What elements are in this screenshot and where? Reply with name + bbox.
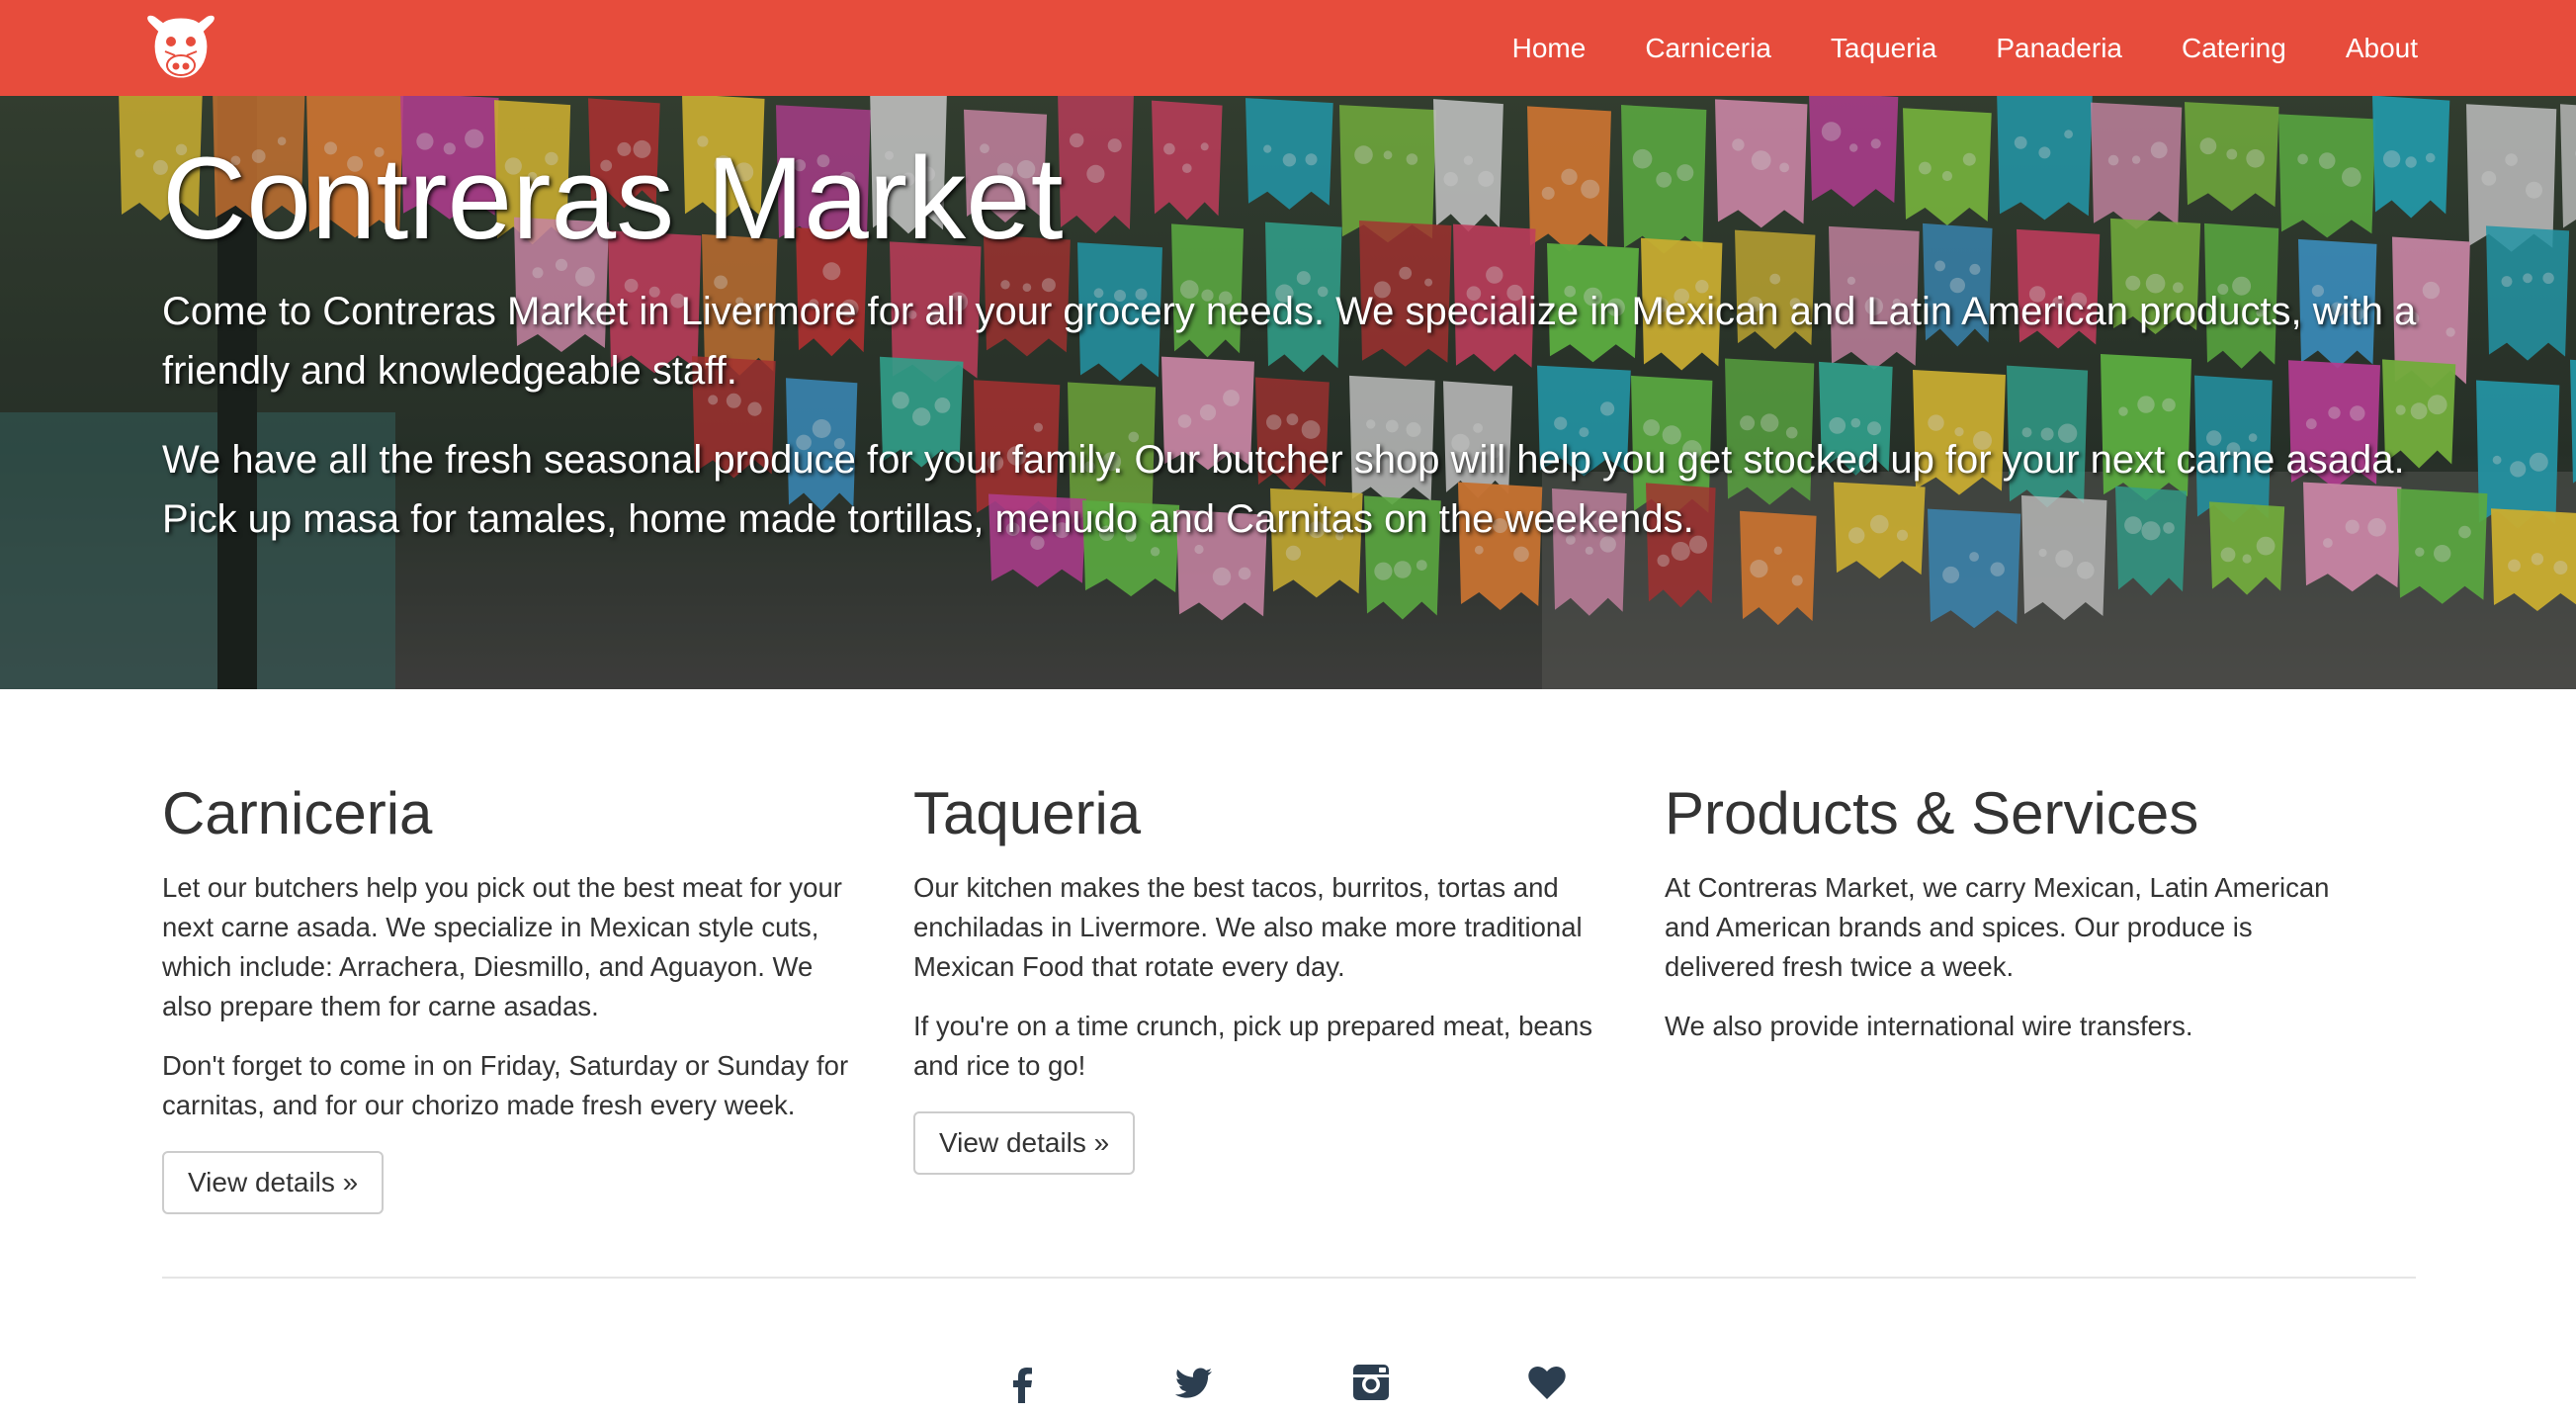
carniceria-view-details-button[interactable]: View details »	[162, 1151, 385, 1214]
taqueria-section: Taqueria Our kitchen makes the best taco…	[913, 781, 1665, 1214]
products-services-text: At Contreras Market, we carry Mexican, L…	[1665, 872, 2330, 982]
carniceria-section: Carniceria Let our butchers help you pic…	[162, 781, 913, 1214]
facebook-icon[interactable]	[1001, 1360, 1047, 1405]
carniceria-text: Let our butchers help you pick out the b…	[162, 872, 842, 1021]
taqueria-text: Our kitchen makes the best tacos, burrit…	[913, 872, 1583, 982]
hero-content: Contreras Market Come to Contreras Marke…	[162, 133, 2436, 578]
nav-item-carniceria[interactable]: Carniceria	[1645, 33, 1771, 64]
hero-produce-text: We have all the fresh seasonal produce f…	[162, 437, 2405, 541]
wire-transfers-text: We also provide international wire trans…	[1665, 1011, 2193, 1041]
products-services-section: Products & Services At Contreras Market,…	[1665, 781, 2416, 1214]
footer-divider	[162, 1277, 2416, 1279]
taqueria-view-details-button[interactable]: View details »	[913, 1111, 1136, 1175]
bull-head-logo-icon[interactable]	[141, 10, 220, 85]
nav-links: Home Carniceria Taqueria Panaderia Cater…	[1453, 0, 2418, 96]
carniceria-weekend-text: Don't forget to come in on Friday, Satur…	[162, 1050, 849, 1120]
nav-item-catering[interactable]: Catering	[2182, 33, 2286, 64]
nav-item-home[interactable]: Home	[1512, 33, 1587, 64]
taqueria-to-go-text: If you're on a time crunch, pick up prep…	[913, 1011, 1593, 1081]
nav-item-about[interactable]: About	[2346, 33, 2418, 64]
taqueria-heading: Taqueria	[913, 780, 1142, 846]
hero-intro-text: Come to Contreras Market in Livermore fo…	[162, 289, 2417, 393]
products-services-heading: Products & Services	[1665, 780, 2199, 846]
nav-item-taqueria[interactable]: Taqueria	[1831, 33, 1936, 64]
carniceria-heading: Carniceria	[162, 780, 433, 846]
feature-columns: Carniceria Let our butchers help you pic…	[162, 781, 2416, 1214]
heart-icon[interactable]	[1524, 1360, 1570, 1405]
twitter-icon[interactable]	[1170, 1360, 1216, 1405]
instagram-icon[interactable]	[1348, 1360, 1394, 1405]
navbar: Home Carniceria Taqueria Panaderia Cater…	[0, 0, 2576, 96]
social-links	[0, 1360, 2576, 1409]
hero-jumbotron: Contreras Market Come to Contreras Marke…	[0, 96, 2576, 689]
nav-item-panaderia[interactable]: Panaderia	[1996, 33, 2122, 64]
page-title: Contreras Market	[162, 133, 1064, 264]
